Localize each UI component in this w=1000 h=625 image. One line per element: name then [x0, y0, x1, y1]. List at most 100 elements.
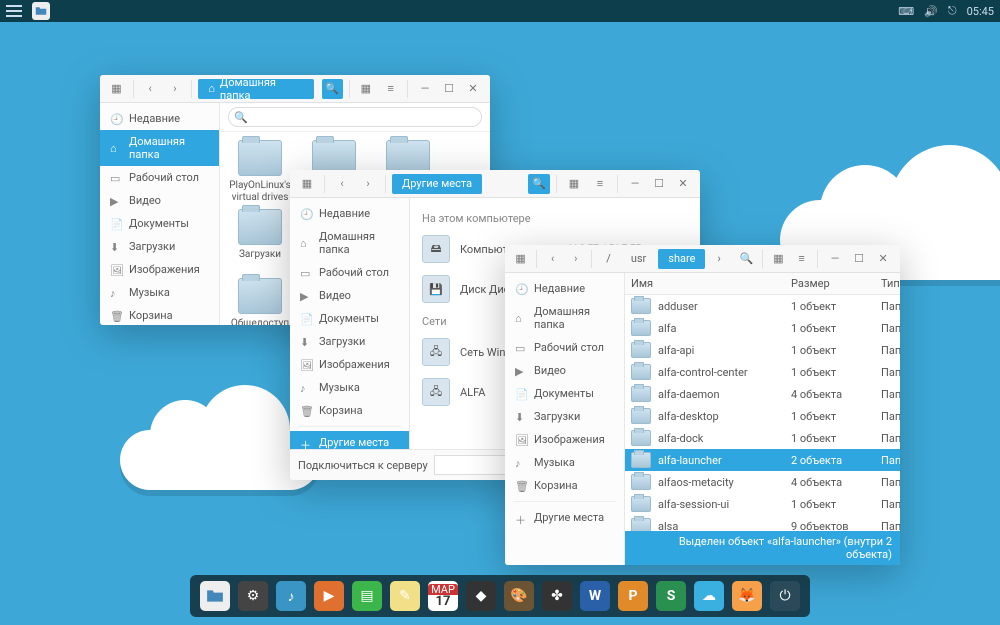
- dock-spreadsheet[interactable]: ▤: [352, 581, 382, 611]
- dock-settings[interactable]: ⚙: [238, 581, 268, 611]
- window-maximize-button[interactable]: ☐: [848, 249, 870, 269]
- table-row[interactable]: adduser1 объектПапка: [625, 295, 900, 317]
- breadcrumb-crumb[interactable]: usr: [623, 248, 654, 269]
- folder-item[interactable]: Загрузки: [228, 209, 292, 272]
- window-close-button[interactable]: ✕: [872, 249, 894, 269]
- nav-back-button[interactable]: ‹: [543, 249, 562, 269]
- nav-forward-button[interactable]: ›: [566, 249, 585, 269]
- sidebar-item-pictures[interactable]: 🖼Изображения: [505, 428, 624, 451]
- clock[interactable]: 05:45: [967, 5, 994, 18]
- dock-filemanager[interactable]: [200, 581, 230, 611]
- sidebar-item-downloads[interactable]: ⬇Загрузки: [100, 235, 219, 258]
- search-button[interactable]: 🔍: [322, 79, 343, 99]
- sidebar-item-trash[interactable]: 🗑Корзина: [290, 399, 409, 422]
- table-row[interactable]: alsa9 объектовПапка: [625, 515, 900, 531]
- sidebar-item-music[interactable]: ♪Музыка: [290, 376, 409, 399]
- sidebar-item-recent[interactable]: 🕘Недавние: [290, 202, 409, 225]
- view-list-button[interactable]: ≡: [792, 249, 811, 269]
- dock-wps-presentation[interactable]: P: [618, 581, 648, 611]
- view-grid-button[interactable]: ▦: [769, 249, 788, 269]
- window-close-button[interactable]: ✕: [462, 79, 484, 99]
- dock-calendar[interactable]: МАР 17: [428, 581, 458, 611]
- window-maximize-button[interactable]: ☐: [438, 79, 460, 99]
- sidebar-item-music[interactable]: ♪Музыка: [505, 451, 624, 474]
- sidebar-item-recent[interactable]: 🕘Недавние: [505, 277, 624, 300]
- sidebar-item-documents[interactable]: 📄Документы: [100, 212, 219, 235]
- breadcrumb-current[interactable]: share: [658, 249, 705, 269]
- dock-notes[interactable]: ✎: [390, 581, 420, 611]
- column-size[interactable]: Размер: [791, 277, 881, 290]
- sidebar-item-home[interactable]: ⌂Домашняя папка: [505, 300, 624, 336]
- window-maximize-button[interactable]: ☐: [648, 174, 670, 194]
- new-tab-button[interactable]: ▦: [296, 174, 318, 194]
- column-name[interactable]: Имя: [631, 277, 791, 290]
- table-row[interactable]: alfa1 объектПапка: [625, 317, 900, 339]
- sidebar-item-videos[interactable]: ▶Видео: [100, 189, 219, 212]
- app-menu-button[interactable]: [6, 5, 22, 17]
- table-row[interactable]: alfa-dock1 объектПапка: [625, 427, 900, 449]
- nav-back-button[interactable]: ‹: [331, 174, 353, 194]
- window-minimize-button[interactable]: —: [414, 79, 436, 99]
- nav-back-button[interactable]: ‹: [140, 79, 161, 99]
- table-row[interactable]: alfa-session-ui1 объектПапка: [625, 493, 900, 515]
- nav-forward-button[interactable]: ›: [357, 174, 379, 194]
- table-row[interactable]: alfaos-metacity4 объектаПапка: [625, 471, 900, 493]
- sidebar-item-other[interactable]: ＋Другие места: [290, 431, 409, 449]
- window-minimize-button[interactable]: —: [624, 174, 646, 194]
- sidebar-item-recent[interactable]: 🕘Недавние: [100, 107, 219, 130]
- taskbar-app-filemanager[interactable]: [32, 2, 50, 20]
- dock-wps-writer[interactable]: W: [580, 581, 610, 611]
- sidebar-item-other[interactable]: ＋Другие места: [505, 506, 624, 529]
- breadcrumb-home[interactable]: ⌂ Домашняя папка: [198, 79, 313, 99]
- sidebar-item-downloads[interactable]: ⬇Загрузки: [290, 330, 409, 353]
- folder-item[interactable]: Общедоступные: [228, 278, 292, 325]
- dock-power[interactable]: ⏻: [770, 581, 800, 611]
- view-list-button[interactable]: ≡: [589, 174, 611, 194]
- sidebar-item-documents[interactable]: 📄Документы: [505, 382, 624, 405]
- sidebar-item-pictures[interactable]: 🖼Изображения: [100, 258, 219, 281]
- view-grid-button[interactable]: ▦: [355, 79, 376, 99]
- sidebar-item-desktop[interactable]: ▭Рабочий стол: [290, 261, 409, 284]
- sidebar-item-desktop[interactable]: ▭Рабочий стол: [100, 166, 219, 189]
- search-button[interactable]: 🔍: [528, 174, 550, 194]
- sidebar-item-home[interactable]: ⌂Домашняя папка: [290, 225, 409, 261]
- tray-keyboard-icon[interactable]: ⌨: [898, 5, 914, 18]
- breadcrumb-next[interactable]: ›: [709, 248, 728, 269]
- sidebar-item-videos[interactable]: ▶Видео: [290, 284, 409, 307]
- table-header[interactable]: Имя Размер Тип: [625, 273, 900, 295]
- search-input[interactable]: [228, 107, 482, 127]
- sidebar-item-pictures[interactable]: 🖼Изображения: [290, 353, 409, 376]
- search-button[interactable]: 🔍: [737, 249, 756, 269]
- window-close-button[interactable]: ✕: [672, 174, 694, 194]
- table-row[interactable]: alfa-daemon4 объектаПапка: [625, 383, 900, 405]
- dock-music[interactable]: ♪: [276, 581, 306, 611]
- window-minimize-button[interactable]: —: [824, 249, 846, 269]
- view-list-button[interactable]: ≡: [380, 79, 401, 99]
- dock-wps-spreadsheet[interactable]: S: [656, 581, 686, 611]
- nav-forward-button[interactable]: ›: [165, 79, 186, 99]
- table-row[interactable]: alfa-control-center1 объектПапка: [625, 361, 900, 383]
- folder-item[interactable]: PlayOnLinux's virtual drives: [228, 140, 292, 203]
- sidebar-item-documents[interactable]: 📄Документы: [290, 307, 409, 330]
- breadcrumb-crumb[interactable]: /: [598, 248, 619, 269]
- sidebar-item-music[interactable]: ♪Музыка: [100, 281, 219, 304]
- sidebar-item-desktop[interactable]: ▭Рабочий стол: [505, 336, 624, 359]
- table-row[interactable]: alfa-api1 объектПапка: [625, 339, 900, 361]
- new-tab-button[interactable]: ▦: [511, 249, 530, 269]
- sidebar-item-downloads[interactable]: ⬇Загрузки: [505, 405, 624, 428]
- breadcrumb-other[interactable]: Другие места: [392, 174, 482, 194]
- file-list[interactable]: adduser1 объектПапкаalfa1 объектПапкаalf…: [625, 295, 900, 531]
- sidebar-item-videos[interactable]: ▶Видео: [505, 359, 624, 382]
- table-row[interactable]: alfa-desktop1 объектПапка: [625, 405, 900, 427]
- dock-firefox[interactable]: 🦊: [732, 581, 762, 611]
- dock-video[interactable]: ▶: [314, 581, 344, 611]
- tray-network-icon[interactable]: ⎋: [948, 4, 957, 18]
- tray-volume-icon[interactable]: 🔊: [924, 5, 938, 18]
- view-grid-button[interactable]: ▦: [563, 174, 585, 194]
- dock-playonlinux[interactable]: ✤: [542, 581, 572, 611]
- table-row[interactable]: alfa-launcher2 объектаПапка: [625, 449, 900, 471]
- column-type[interactable]: Тип: [881, 277, 900, 290]
- dock-gimp[interactable]: 🎨: [504, 581, 534, 611]
- dock-inkscape[interactable]: ◆: [466, 581, 496, 611]
- new-tab-button[interactable]: ▦: [106, 79, 127, 99]
